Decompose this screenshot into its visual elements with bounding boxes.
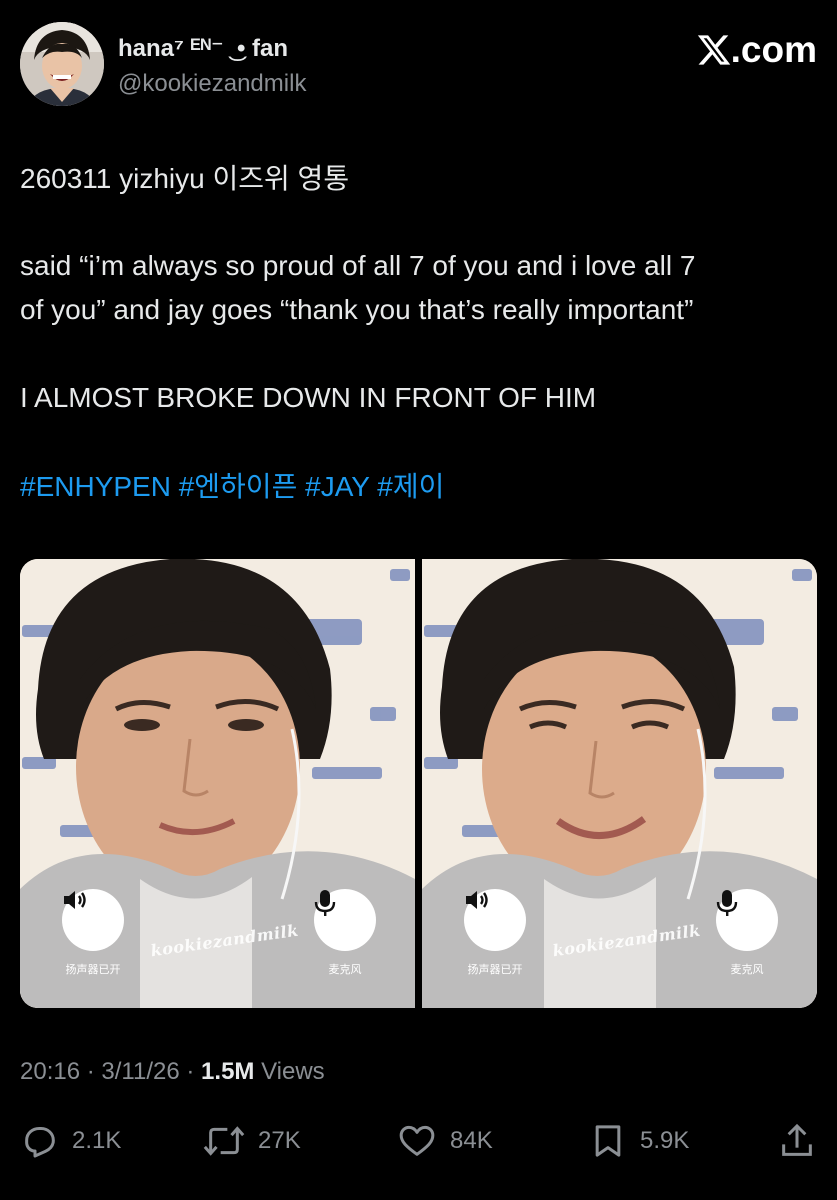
speaker-label: 扬声器已开	[65, 964, 121, 976]
avatar[interactable]	[20, 22, 104, 106]
microphone-label: 麦克风	[328, 964, 362, 976]
share-icon	[782, 1123, 812, 1156]
views-label: Views	[261, 1058, 325, 1085]
reply-button[interactable]: 2.1K	[20, 1118, 121, 1164]
speaker-label: 扬声器已开	[467, 964, 523, 976]
microphone-button[interactable]	[716, 889, 778, 951]
microphone-button[interactable]	[314, 889, 376, 951]
tweet-text-line: said “i’m always so proud of all 7 of yo…	[20, 250, 696, 281]
meta-separator: ·	[86, 1058, 95, 1085]
views-count: 1.5M	[201, 1058, 255, 1085]
hashtag-link[interactable]: #제이	[377, 471, 444, 502]
bookmark-count: 5.9K	[640, 1127, 690, 1154]
reply-count: 2.1K	[72, 1127, 122, 1154]
tweet-date[interactable]: 3/11/26	[101, 1058, 179, 1085]
speaker-icon	[466, 891, 488, 909]
tweet-text-line: I ALMOST BROKE DOWN IN FRONT OF HIM	[20, 382, 597, 413]
hashtag-link[interactable]: #ENHYPEN	[20, 471, 171, 502]
media-image[interactable]: kookiezandmilk 扬声器已开 麦克风	[422, 559, 817, 1008]
speaker-button[interactable]	[62, 889, 124, 951]
speaker-icon	[64, 891, 86, 909]
microphone-label: 麦克风	[730, 964, 764, 976]
tweet-meta: 20:16 · 3/11/26 · 1.5M Views	[20, 1058, 325, 1086]
tweet-text-line: of you” and jay goes “thank you that’s r…	[20, 294, 694, 325]
like-button[interactable]: 84K	[396, 1118, 493, 1164]
hashtag-link[interactable]: #엔하이픈	[179, 471, 298, 502]
tweet-header: hana⁷ ᴱᴺ⁻ ͜ • fan @kookiezandmilk .com	[20, 22, 817, 106]
x-logo-icon	[697, 35, 730, 65]
user-handle[interactable]: @kookiezandmilk	[118, 70, 306, 98]
meta-separator: ·	[186, 1058, 195, 1085]
hashtag-row: #ENHYPEN #엔하이픈 #JAY #제이	[20, 465, 444, 509]
bookmark-button[interactable]: 5.9K	[588, 1118, 689, 1164]
share-button[interactable]	[777, 1118, 829, 1164]
action-bar: 2.1K 27K 84K 5.9K	[20, 1118, 817, 1164]
bookmark-icon	[595, 1125, 621, 1157]
media-image[interactable]: kookiezandmilk 扬声器已开 麦克风	[20, 559, 415, 1008]
microphone-icon	[314, 890, 336, 916]
repost-count: 27K	[258, 1127, 301, 1154]
reply-icon	[25, 1127, 55, 1158]
repost-button[interactable]: 27K	[202, 1118, 301, 1164]
brand-domain: .com	[730, 29, 817, 70]
microphone-icon	[716, 890, 738, 916]
tweet-time[interactable]: 20:16	[20, 1058, 80, 1085]
speaker-button[interactable]	[464, 889, 526, 951]
heart-icon	[399, 1125, 435, 1156]
display-name[interactable]: hana⁷ ᴱᴺ⁻ ͜ • fan	[118, 34, 288, 63]
x-brand: .com	[695, 29, 817, 70]
like-count: 84K	[450, 1127, 493, 1154]
tweet-text-line: 260311 yizhiyu 이즈위 영통	[20, 163, 350, 194]
repost-icon	[203, 1126, 245, 1156]
hashtag-link[interactable]: #JAY	[305, 471, 369, 502]
avatar-photo-icon	[20, 22, 104, 106]
